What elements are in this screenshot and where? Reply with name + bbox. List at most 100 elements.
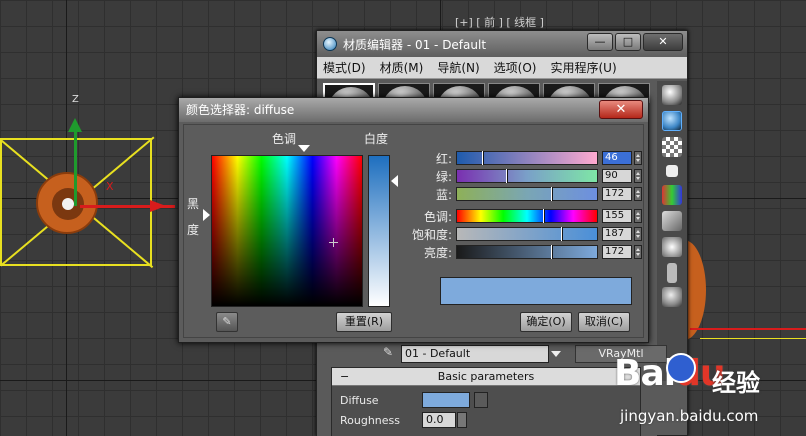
menu-mode[interactable]: 模式(D) [323,59,366,76]
hue-blackness-field[interactable] [211,155,363,307]
slider-thumb[interactable] [551,187,553,201]
hue-label: 色调 [272,132,297,146]
collapse-icon[interactable]: − [340,368,349,386]
y-axis-gizmo[interactable] [74,128,77,206]
brand-text-a: Bai [614,353,676,394]
red-label: 红: [435,152,452,166]
whiteness-bar[interactable] [368,155,390,307]
green-label: 绿: [435,170,452,184]
color-picker-title: 颜色选择器: diffuse [186,103,295,117]
diffuse-label: Diffuse [340,393,379,407]
video-color-check-icon[interactable] [662,185,682,205]
blackness-label-bottom: 度 [187,223,200,237]
roughness-spinner[interactable] [457,412,467,428]
close-button[interactable]: ✕ [643,33,683,51]
blackness-label-top: 黑 [187,197,200,211]
material-params-area: ✎ 01 - Default VRayMtl − Basic parameter… [317,337,667,436]
color-picker-dialog: 颜色选择器: diffuse ✕ 色调 白度 黑 度 红: 46 绿: 90 蓝… [178,97,649,343]
close-button[interactable]: ✕ [599,100,643,119]
saturation-slider-row: 饱和度: 187 [396,227,642,242]
red-spinner[interactable] [634,151,642,165]
roughness-input[interactable]: 0.0 [422,412,456,428]
restore-button[interactable]: □ [615,33,641,51]
hue-slider-label: 色调: [423,210,452,224]
hue-spinner[interactable] [634,209,642,223]
menu-utilities[interactable]: 实用程序(U) [550,59,616,76]
eyedropper-button[interactable]: ✎ [216,312,238,332]
saturation-slider[interactable] [456,227,598,241]
saturation-input[interactable]: 187 [602,227,632,241]
blue-label: 蓝: [435,188,452,202]
blackness-marker-icon[interactable] [203,209,210,221]
cancel-button[interactable]: 取消(C) [578,312,630,332]
green-spinner[interactable] [634,169,642,183]
hue-slider[interactable] [456,209,598,223]
slider-thumb[interactable] [543,209,545,223]
roughness-label: Roughness [340,413,401,427]
color-picker-titlebar[interactable]: 颜色选择器: diffuse ✕ [179,98,648,122]
reset-button[interactable]: 重置(R) [336,312,392,332]
blue-input[interactable]: 172 [602,187,632,201]
make-preview-icon[interactable] [662,211,682,231]
material-name-field[interactable]: 01 - Default [401,345,549,363]
sample-type-icon[interactable] [662,85,682,105]
red-slider[interactable] [456,151,598,165]
saturation-spinner[interactable] [634,227,642,241]
minimize-button[interactable]: — [587,33,613,51]
value-label: 亮度: [423,246,452,260]
y-axis-arrow[interactable] [68,118,82,132]
viewport-label[interactable]: [+] [ 前 ] [ 线框 ] [455,14,544,30]
slider-thumb[interactable] [551,245,553,259]
diffuse-color-swatch[interactable] [422,392,470,408]
blue-spinner[interactable] [634,187,642,201]
green-input[interactable]: 90 [602,169,632,183]
ok-button[interactable]: 确定(O) [520,312,572,332]
eyedropper-icon[interactable]: ✎ [383,345,393,359]
axis-label-z: Z [72,94,79,105]
hue-input[interactable]: 155 [602,209,632,223]
blue-slider[interactable] [456,187,598,201]
slider-thumb[interactable] [561,227,563,241]
value-spinner[interactable] [634,245,642,259]
slider-thumb[interactable] [482,151,484,165]
basic-parameters-rollout: − Basic parameters Diffuse Roughness 0.0 [331,367,641,436]
options-icon[interactable] [662,237,682,257]
hue-slider-row: 色调: 155 [396,209,642,224]
slider-thumb[interactable] [506,169,508,183]
material-editor-title: 材质编辑器 - 01 - Default [343,37,487,52]
whiteness-label: 白度 [364,132,389,146]
helper-line [700,338,806,339]
menu-options[interactable]: 选项(O) [494,59,537,76]
color-picker-body: 色调 白度 黑 度 红: 46 绿: 90 蓝: 172 色调: 155 饱和度… [183,124,644,338]
selection-line [690,328,806,330]
x-axis-arrow[interactable] [150,200,166,212]
material-editor-titlebar[interactable]: 材质编辑器 - 01 - Default — □ ✕ [317,31,687,57]
value-slider[interactable] [456,245,598,259]
blue-slider-row: 蓝: 172 [396,187,642,202]
baidu-paw-icon [666,353,696,383]
sample-toolbar [657,81,687,381]
saturation-label: 饱和度: [411,228,452,242]
color-preview-swatch [440,277,632,305]
backlight-icon[interactable] [662,111,682,131]
rollout-title: Basic parameters [437,370,535,383]
diffuse-map-button[interactable] [474,392,488,408]
menu-material[interactable]: 材质(M) [380,59,424,76]
value-input[interactable]: 172 [602,245,632,259]
value-slider-row: 亮度: 172 [396,245,642,260]
green-slider[interactable] [456,169,598,183]
chevron-down-icon[interactable] [551,351,561,357]
crosshair-icon[interactable] [329,238,338,247]
brand-text-c: 经验 [712,369,760,397]
pivot-point [62,198,74,210]
checker-background-icon[interactable] [662,137,682,157]
diffuse-row: Diffuse [340,392,488,408]
select-by-material-icon[interactable] [667,263,677,283]
uv-tiling-icon[interactable] [666,165,678,177]
rollout-header[interactable]: − Basic parameters [332,368,640,386]
menu-navigation[interactable]: 导航(N) [437,59,479,76]
red-input[interactable]: 46 [602,151,632,165]
material-navigator-icon[interactable] [662,287,682,307]
green-slider-row: 绿: 90 [396,169,642,184]
hue-marker-icon[interactable] [298,145,310,152]
